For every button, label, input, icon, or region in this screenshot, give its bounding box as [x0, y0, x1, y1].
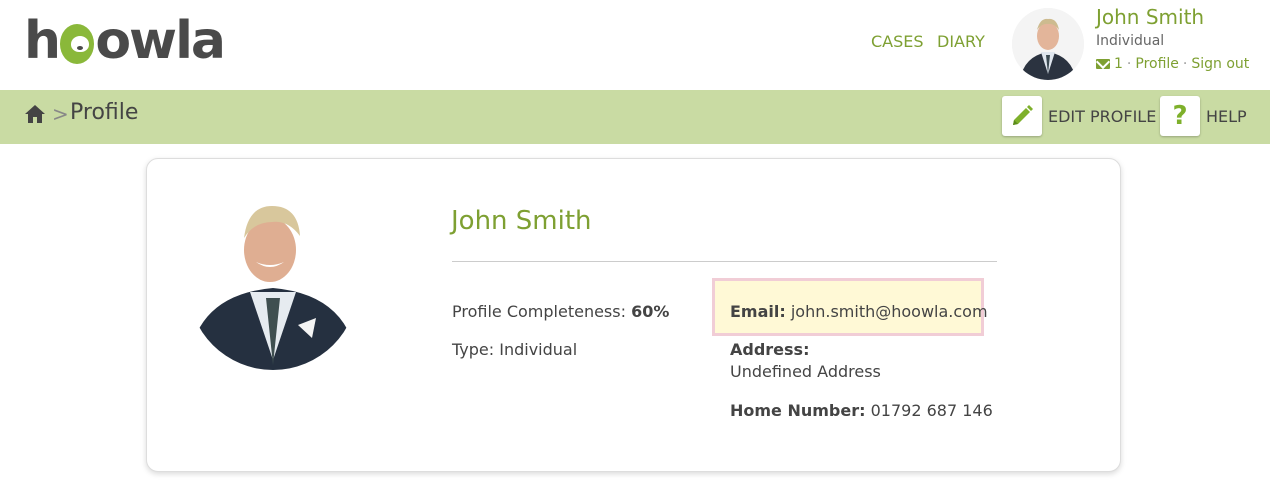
phone-label: Home Number: [730, 401, 866, 420]
home-icon[interactable] [24, 104, 46, 124]
address-value: Undefined Address [730, 362, 881, 381]
completeness-label: Profile Completeness: [452, 302, 626, 321]
nav-diary[interactable]: DIARY [937, 32, 985, 51]
signout-link[interactable]: Sign out [1191, 56, 1249, 72]
user-avatar[interactable] [1012, 8, 1084, 80]
profile-name: John Smith [451, 206, 592, 236]
question-icon: ? [1172, 101, 1188, 131]
profile-email: Email: john.smith@hoowla.com [730, 302, 988, 321]
address-label: Address: [730, 340, 810, 359]
link-separator: · [1182, 56, 1188, 72]
profile-link[interactable]: Profile [1135, 56, 1179, 72]
help-button[interactable]: ? [1160, 96, 1200, 136]
profile-type: Type: Individual [452, 340, 577, 359]
email-label: Email: [730, 302, 786, 321]
user-type: Individual [1096, 33, 1165, 49]
profile-photo [188, 200, 358, 370]
mail-icon[interactable] [1096, 59, 1110, 69]
nav-cases[interactable]: CASES [871, 32, 924, 51]
breadcrumb-separator: > [52, 102, 69, 126]
pencil-icon [1013, 105, 1033, 125]
type-value: Individual [499, 340, 578, 359]
help-label[interactable]: HELP [1206, 107, 1247, 126]
email-value[interactable]: john.smith@hoowla.com [791, 302, 988, 321]
dog-logo-icon [60, 24, 95, 64]
profile-completeness: Profile Completeness: 60% [452, 302, 669, 321]
link-separator: · [1126, 56, 1132, 72]
page-title: Profile [70, 100, 139, 125]
logo-wordmark: h owla [24, 11, 226, 71]
edit-profile-label[interactable]: EDIT PROFILE [1048, 107, 1156, 126]
phone-value: 01792 687 146 [870, 401, 993, 420]
completeness-value: 60% [631, 302, 670, 321]
type-label: Type: [452, 340, 495, 359]
hoowla-logo[interactable]: h owla [24, 11, 226, 71]
divider [452, 261, 997, 262]
message-count[interactable]: 1 [1114, 56, 1123, 72]
top-header: h owla CASES DIARY John Smith Individual … [0, 0, 1270, 90]
edit-profile-button[interactable] [1002, 96, 1042, 136]
user-name[interactable]: John Smith [1096, 5, 1204, 29]
user-links: 1 · Profile · Sign out [1096, 56, 1249, 72]
profile-phone: Home Number: 01792 687 146 [730, 401, 993, 420]
